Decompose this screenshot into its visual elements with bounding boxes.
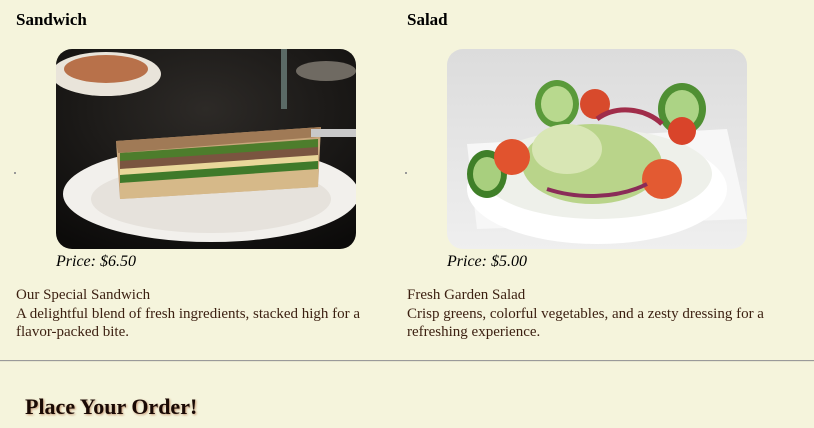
item-price: Price: $5.00: [447, 253, 527, 270]
item-description-block: Our Special Sandwich A delightful blend …: [16, 286, 396, 342]
divider-dot: [14, 172, 16, 174]
item-description: Crisp greens, colorful vegetables, and a…: [407, 305, 764, 341]
section-divider: [0, 360, 814, 362]
item-description: A delightful blend of fresh ingredients,…: [16, 305, 361, 341]
sandwich-photo: [56, 49, 356, 249]
salad-photo: [447, 49, 747, 249]
item-title: Sandwich: [16, 10, 87, 29]
item-price: Price: $6.50: [56, 253, 136, 270]
item-description-block: Fresh Garden Salad Crisp greens, colorfu…: [407, 286, 787, 342]
order-heading: Place Your Order!: [25, 394, 198, 419]
item-title: Salad: [407, 10, 448, 29]
item-name: Our Special Sandwich: [16, 287, 151, 303]
item-name: Fresh Garden Salad: [407, 287, 526, 303]
divider-dot: [405, 172, 407, 174]
